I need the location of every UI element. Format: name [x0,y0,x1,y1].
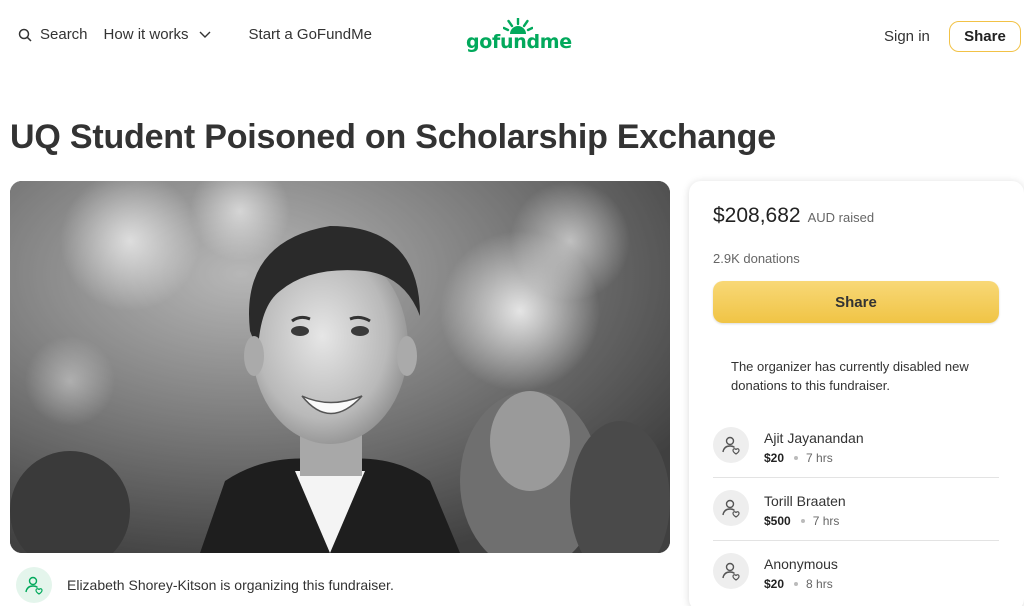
raised-summary: $208,682 AUD raised [713,204,874,228]
donation-meta: $20 8 hrs [764,577,833,591]
raised-amount: $208,682 [713,204,801,227]
separator-dot [794,582,799,586]
how-it-works-label: How it works [103,26,189,43]
donation-amount: $500 [764,514,791,528]
separator-dot [800,519,805,523]
donor-avatar [713,427,749,463]
donations-disabled-notice: The organizer has currently disabled new… [731,359,969,393]
donation-amount: $20 [764,577,785,591]
search-icon [18,28,32,42]
search-label: Search [40,26,88,43]
heart-hand-icon [722,562,740,581]
donation-time: 7 hrs [806,451,833,465]
donation-time: 8 hrs [806,577,833,591]
donation-item: Anonymous $20 8 hrs [713,541,999,604]
heart-hand-icon [722,436,740,455]
header-nav: Search How it works Start a GoFundMe [18,26,388,43]
start-gofundme-label: Start a GoFundMe [248,26,372,43]
site-header: Search How it works Start a GoFundMe gof… [0,0,1024,72]
raised-label: AUD raised [807,210,875,225]
portrait-image [10,181,670,553]
search-button[interactable]: Search [18,26,88,43]
page-title: UQ Student Poisoned on Scholarship Excha… [10,118,776,156]
start-gofundme-link[interactable]: Start a GoFundMe [249,26,372,43]
campaign-photo[interactable] [10,181,670,553]
donation-meta: $500 7 hrs [764,514,839,528]
donation-meta: $20 7 hrs [764,451,833,465]
organizer-row: Elizabeth Shorey-Kitson is organizing th… [16,567,394,603]
user-heart-icon [25,576,43,595]
donation-card: $208,682 AUD raised 2.9K donations Share… [689,181,1024,606]
heart-hand-icon [722,499,740,518]
donation-amount: $20 [764,451,785,465]
donor-name: Anonymous [764,556,838,572]
chevron-down-icon [199,31,211,38]
share-button[interactable]: Share [713,281,999,323]
gofundme-logo[interactable]: gofundme [466,18,572,54]
logo-text: gofundme [466,31,572,53]
donation-time: 7 hrs [812,514,840,528]
donation-count: 2.9K donations [713,251,800,266]
separator-dot [794,456,799,460]
organizer-text: Elizabeth Shorey-Kitson is organizing th… [67,577,394,593]
donation-item: Torill Braaten $500 7 hrs [713,478,999,541]
sign-in-link[interactable]: Sign in [884,28,930,45]
donor-avatar [713,553,749,589]
organizer-avatar [16,567,52,603]
header-share-button[interactable]: Share [949,21,1021,52]
recent-donations-list: Ajit Jayanandan $20 7 hrs Torill Braaten… [713,415,999,604]
how-it-works-menu[interactable]: How it works [104,26,211,43]
donation-item: Ajit Jayanandan $20 7 hrs [713,415,999,478]
donor-avatar [713,490,749,526]
donor-name: Torill Braaten [764,493,846,509]
donor-name: Ajit Jayanandan [764,430,864,446]
